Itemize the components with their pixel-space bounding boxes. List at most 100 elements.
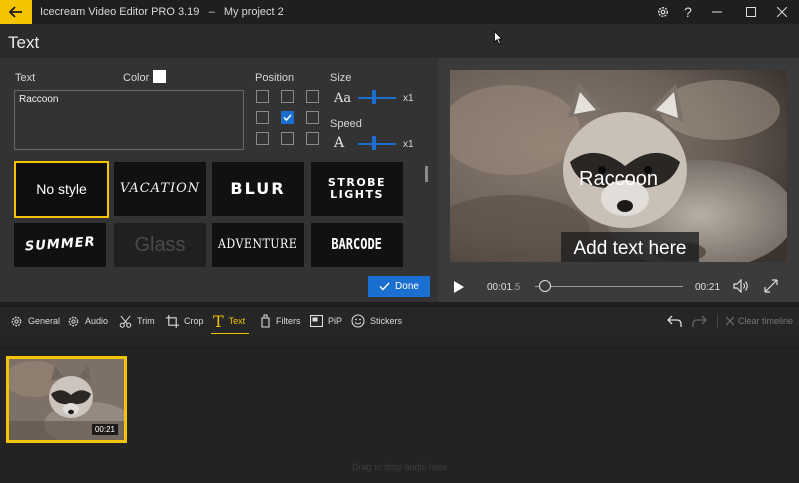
style-tile-strobe-lights[interactable]: STROBE LIGHTS: [311, 162, 403, 216]
style-tile-label: ADVENTURE: [218, 237, 298, 253]
position-top-left[interactable]: [256, 90, 269, 103]
gear-icon: [11, 316, 22, 326]
timeline: 00:21 Drag to drop audio here: [0, 334, 799, 483]
clear-timeline-button[interactable]: Clear timeline: [726, 307, 793, 335]
color-label: Color: [123, 72, 150, 84]
video-frame[interactable]: Raccoon Add text here: [450, 70, 787, 262]
toolbar-divider: [717, 314, 718, 328]
style-tile-barcode[interactable]: BARCODE: [311, 223, 403, 267]
tool-label: General: [28, 316, 61, 326]
font-size-icon: Aa: [334, 91, 352, 106]
position-bottom-left[interactable]: [256, 132, 269, 145]
redo-button[interactable]: [692, 307, 707, 335]
close-button[interactable]: [767, 0, 797, 24]
tool-label: Filters: [276, 316, 301, 326]
check-icon: [283, 114, 292, 122]
playback-controls: 00:01.5 00:21: [438, 272, 799, 302]
size-slider-track: [358, 97, 396, 99]
position-center[interactable]: [281, 111, 294, 124]
position-top-right[interactable]: [306, 90, 319, 103]
gear-icon: [657, 6, 669, 18]
pip-icon: [310, 315, 323, 327]
style-tile-no-style[interactable]: No style: [14, 161, 109, 218]
style-tile-blur[interactable]: BLUR: [212, 162, 304, 216]
video-preview-panel: Raccoon Add text here 00:01.5 00:21: [438, 58, 799, 302]
text-icon: T: [213, 311, 224, 331]
done-button-label: Done: [395, 281, 419, 292]
tool-audio[interactable]: Audio: [67, 307, 108, 335]
tool-general[interactable]: General: [10, 307, 60, 335]
seek-bar[interactable]: [535, 286, 683, 287]
app-name: Icecream Video Editor PRO 3.19: [40, 6, 200, 18]
style-tile-summer[interactable]: SUMMER: [14, 223, 106, 267]
undo-icon: [667, 315, 682, 327]
undo-button[interactable]: [667, 307, 682, 335]
help-icon: ?: [684, 4, 692, 20]
tool-label: PiP: [328, 316, 343, 326]
title-separator: –: [208, 6, 215, 18]
back-button[interactable]: [0, 0, 32, 24]
speed-slider-thumb[interactable]: [372, 136, 376, 150]
tool-text[interactable]: T Text: [213, 307, 245, 335]
size-slider-thumb[interactable]: [372, 90, 376, 104]
position-bottom-center[interactable]: [281, 132, 294, 145]
close-icon: [726, 317, 734, 325]
add-text-box[interactable]: Add text here: [561, 232, 699, 262]
help-button[interactable]: ?: [673, 0, 703, 24]
text-input[interactable]: Raccoon: [14, 90, 244, 150]
close-icon: [777, 7, 787, 17]
maximize-button[interactable]: [736, 0, 766, 24]
style-tile-adventure[interactable]: ADVENTURE: [212, 223, 304, 267]
audio-drop-zone[interactable]: Drag to drop audio here: [0, 462, 799, 472]
current-time: 00:01.5: [487, 282, 520, 293]
back-arrow-icon: [9, 6, 22, 18]
style-tile-label: BLUR: [230, 178, 286, 198]
maximize-icon: [746, 7, 756, 17]
position-top-center[interactable]: [281, 90, 294, 103]
style-tile-glass[interactable]: Glass: [114, 223, 206, 267]
speed-label: Speed: [330, 118, 362, 130]
minimize-icon: [712, 11, 722, 13]
tool-pip[interactable]: PiP: [310, 307, 342, 335]
color-swatch[interactable]: [153, 70, 166, 83]
tool-label: Stickers: [370, 316, 403, 326]
style-tile-label: VACATION: [119, 181, 201, 197]
filters-icon: [261, 314, 270, 328]
tool-label: Text: [228, 316, 246, 326]
speed-slider-track: [358, 143, 396, 145]
tool-trim[interactable]: Trim: [119, 307, 155, 335]
tool-label: Audio: [85, 316, 109, 326]
timeline-clip[interactable]: 00:21: [6, 356, 127, 443]
check-icon: [379, 282, 390, 291]
gear-icon: [68, 316, 79, 326]
minimize-button[interactable]: [702, 0, 732, 24]
position-label: Position: [255, 72, 295, 84]
play-icon[interactable]: [453, 280, 465, 294]
volume-icon[interactable]: [733, 279, 749, 293]
redo-icon: [692, 315, 707, 327]
mouse-cursor-icon: [494, 31, 503, 45]
speed-text-icon: A: [334, 135, 345, 151]
fullscreen-icon[interactable]: [764, 279, 778, 293]
style-tile-label: SUMMER: [24, 234, 96, 255]
current-time-main: 00:01: [487, 282, 513, 293]
title-bar: Icecream Video Editor PRO 3.19 – My proj…: [0, 0, 799, 24]
speed-multiplier: x1: [403, 139, 414, 150]
tool-label: Crop: [184, 316, 204, 326]
tool-crop[interactable]: Crop: [166, 307, 204, 335]
position-middle-right[interactable]: [306, 111, 319, 124]
size-label: Size: [330, 72, 352, 84]
tool-filters[interactable]: Filters: [260, 307, 301, 335]
project-name: My project 2: [223, 6, 284, 18]
seek-thumb[interactable]: [539, 280, 552, 292]
overlay-text[interactable]: Raccoon: [579, 168, 658, 191]
crop-icon: [166, 314, 179, 328]
done-button[interactable]: Done: [368, 276, 430, 297]
style-tile-vacation[interactable]: VACATION: [114, 162, 206, 216]
sticker-icon: [351, 314, 365, 328]
position-middle-left[interactable]: [256, 111, 269, 124]
styles-scrollbar[interactable]: [425, 166, 428, 182]
timeline-ruler[interactable]: [0, 334, 799, 348]
position-bottom-right[interactable]: [306, 132, 319, 145]
tool-stickers[interactable]: Stickers: [351, 307, 402, 335]
